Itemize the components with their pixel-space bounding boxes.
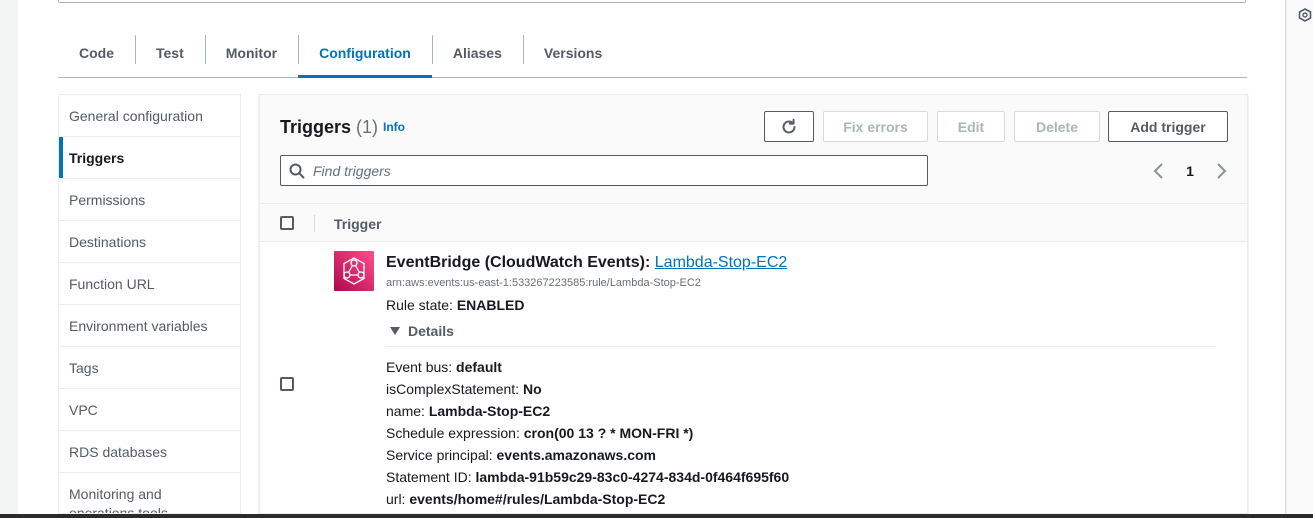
panel-header: Triggers (1) Info Fix errors Edit Delete… [260, 95, 1247, 203]
detail-schedule-expression: Schedule expression: cron(00 13 ? * MON-… [386, 425, 693, 441]
detail-label: isComplexStatement: [386, 381, 520, 397]
trigger-row-checkbox[interactable] [280, 377, 294, 391]
detail-label: Schedule expression: [386, 425, 520, 441]
find-triggers-search [280, 155, 928, 186]
detail-statement-id: Statement ID: lambda-91b59c29-83c0-4274-… [386, 469, 789, 485]
sidenav-item-destinations[interactable]: Destinations [59, 221, 240, 263]
search-icon [289, 163, 305, 178]
tab-monitor[interactable]: Monitor [204, 28, 298, 77]
eventbridge-icon [334, 251, 374, 291]
table-header: Trigger [260, 203, 1247, 242]
current-page-number[interactable]: 1 [1186, 163, 1194, 179]
edit-button[interactable]: Edit [937, 111, 1005, 142]
rule-state-value: ENABLED [456, 297, 525, 313]
sidenav-item-permissions[interactable]: Permissions [59, 179, 240, 221]
panel-title-text: Triggers [280, 117, 352, 137]
refresh-button[interactable] [764, 111, 814, 142]
details-divider [386, 346, 1216, 347]
detail-value: default [456, 359, 502, 375]
sidenav-item-monitoring-tools[interactable]: Monitoring and operations tools [59, 473, 179, 513]
add-trigger-button[interactable]: Add trigger [1108, 111, 1228, 142]
refresh-icon [782, 118, 796, 133]
trigger-separator: : [644, 254, 651, 271]
detail-value: events.amazonaws.com [496, 447, 657, 463]
info-link[interactable]: Info [383, 120, 405, 134]
sidenav-item-rds-databases[interactable]: RDS databases [59, 431, 240, 473]
trigger-rule-link[interactable]: Lambda-Stop-EC2 [655, 254, 788, 271]
select-all-checkbox[interactable] [280, 216, 294, 230]
eventbridge-glyph-icon [343, 257, 365, 285]
trigger-count: (1) [356, 117, 379, 137]
sidenav-item-environment-variables[interactable]: Environment variables [59, 305, 240, 347]
sidenav-item-function-url[interactable]: Function URL [59, 263, 240, 305]
pagination: 1 [1152, 161, 1228, 181]
detail-name: name: Lambda-Stop-EC2 [386, 403, 550, 419]
detail-value: cron(00 13 ? * MON-FRI *) [523, 425, 694, 441]
tab-test[interactable]: Test [135, 28, 205, 77]
detail-url: url: events/home#/rules/Lambda-Stop-EC2 [386, 491, 665, 507]
detail-label: url: [386, 491, 406, 507]
column-divider [314, 215, 315, 232]
taskbar-edge [0, 514, 1313, 518]
sidenav-item-tags[interactable]: Tags [59, 347, 240, 389]
detail-label: name: [386, 403, 425, 419]
trigger-source: EventBridge (CloudWatch Events) [386, 254, 645, 271]
function-tabs: Code Test Monitor Configuration Aliases … [58, 28, 1247, 78]
details-label: Details [408, 323, 454, 339]
chevron-right-icon[interactable] [1214, 162, 1228, 180]
container-bottom-edge [58, 0, 1246, 3]
panel-title: Triggers (1) [280, 117, 378, 138]
detail-service-principal: Service principal: events.amazonaws.com [386, 447, 656, 463]
detail-is-complex-statement: isComplexStatement: No [386, 381, 542, 397]
search-input[interactable] [313, 162, 913, 179]
sidenav-item-triggers[interactable]: Triggers [59, 137, 240, 179]
triggers-panel: Triggers (1) Info Fix errors Edit Delete… [259, 94, 1248, 514]
delete-button[interactable]: Delete [1014, 111, 1100, 142]
detail-event-bus: Event bus: default [386, 359, 502, 375]
chevron-left-icon[interactable] [1152, 162, 1166, 180]
rule-state: Rule state: ENABLED [386, 297, 525, 313]
detail-value: lambda-91b59c29-83c0-4274-834d-0f464f695… [475, 469, 790, 485]
details-expander[interactable]: Details [390, 323, 454, 339]
hexagon-settings-icon[interactable] [1298, 8, 1312, 22]
column-header-trigger: Trigger [334, 216, 382, 232]
detail-value: events/home#/rules/Lambda-Stop-EC2 [409, 491, 666, 507]
right-rail [1287, 0, 1313, 514]
detail-label: Service principal: [386, 447, 493, 463]
detail-label: Statement ID: [386, 469, 472, 485]
fix-errors-button[interactable]: Fix errors [823, 111, 928, 142]
tab-versions[interactable]: Versions [522, 28, 623, 77]
trigger-title: EventBridge (CloudWatch Events): Lambda-… [386, 254, 787, 272]
rule-state-label: Rule state: [386, 297, 453, 313]
sidenav-item-general-configuration[interactable]: General configuration [59, 95, 240, 137]
trigger-arn: arn:aws:events:us-east-1:533267223585:ru… [386, 277, 701, 289]
caret-down-icon [390, 327, 400, 335]
sidenav-item-vpc[interactable]: VPC [59, 389, 240, 431]
detail-value: No [522, 381, 542, 397]
tab-code[interactable]: Code [58, 28, 135, 77]
tab-aliases[interactable]: Aliases [431, 28, 523, 77]
configuration-sidenav: General configuration Triggers Permissio… [58, 94, 241, 514]
tab-configuration[interactable]: Configuration [298, 28, 432, 78]
detail-value: Lambda-Stop-EC2 [428, 403, 551, 419]
detail-label: Event bus: [386, 359, 453, 375]
